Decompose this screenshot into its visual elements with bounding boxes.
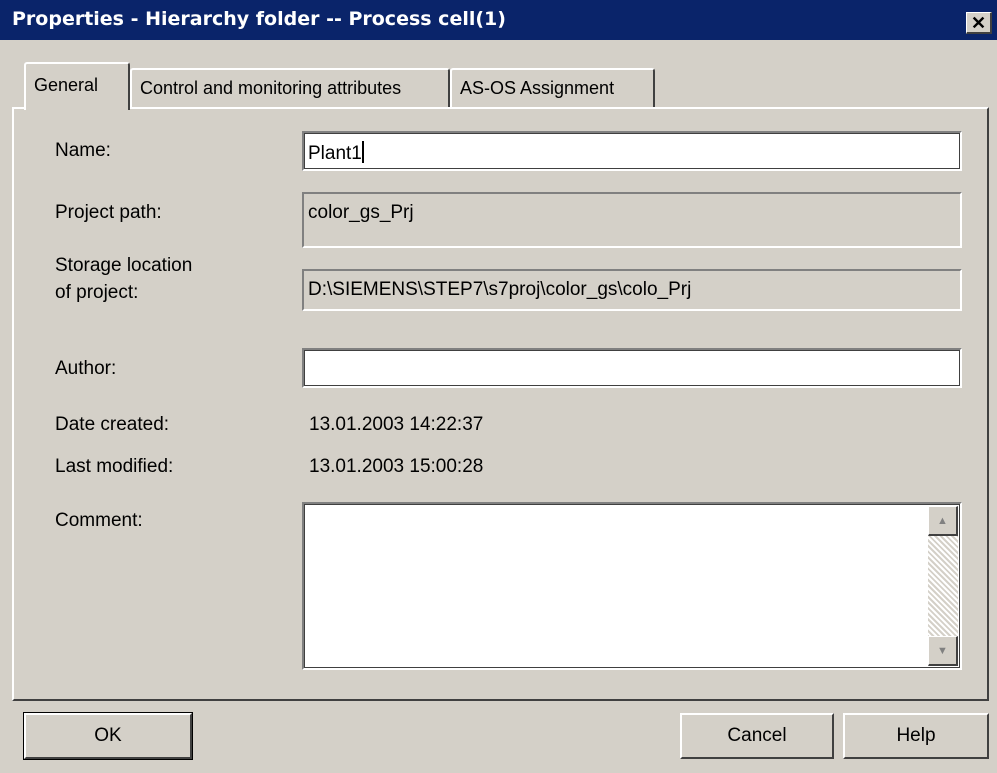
- close-button[interactable]: ✕: [966, 12, 992, 34]
- tab-as-os-assignment[interactable]: AS-OS Assignment: [450, 68, 655, 108]
- tab-label: AS-OS Assignment: [460, 78, 615, 98]
- tab-label: General: [34, 75, 99, 95]
- help-button[interactable]: Help: [843, 713, 989, 759]
- help-button-label: Help: [896, 725, 936, 746]
- tab-label: Control and monitoring attributes: [140, 78, 402, 98]
- title-bar[interactable]: Properties - Hierarchy folder -- Process…: [0, 0, 997, 40]
- tab-control-and-monitoring-attributes[interactable]: Control and monitoring attributes: [130, 68, 450, 108]
- general-tab-panel: [12, 107, 989, 701]
- window-title: Properties - Hierarchy folder -- Process…: [12, 8, 506, 30]
- close-icon: ✕: [970, 12, 987, 33]
- ok-button-label: OK: [94, 725, 122, 746]
- cancel-button-label: Cancel: [727, 725, 787, 746]
- cancel-button[interactable]: Cancel: [680, 713, 834, 759]
- tab-general[interactable]: General: [24, 62, 130, 110]
- ok-button[interactable]: OK: [23, 712, 193, 760]
